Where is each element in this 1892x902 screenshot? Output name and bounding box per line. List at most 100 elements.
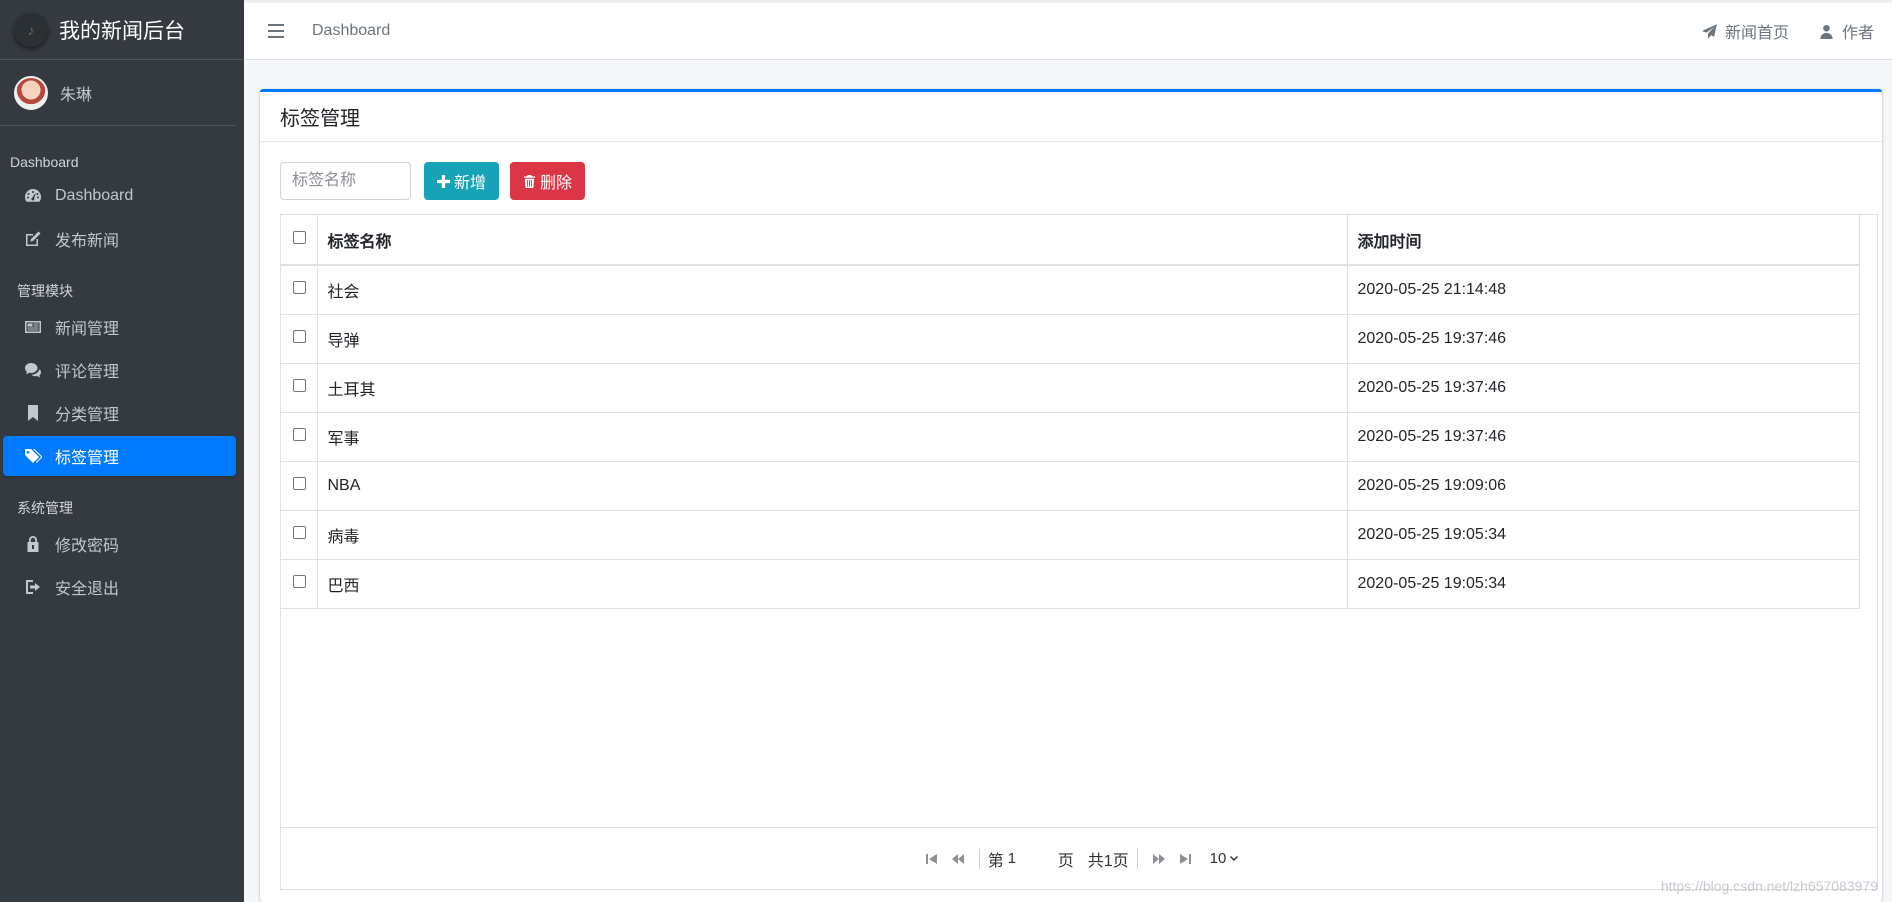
nav-section-header: 系统管理 bbox=[17, 500, 73, 516]
nav-section-header: 管理模块 bbox=[17, 283, 73, 299]
nav-section-header: Dashboard bbox=[10, 154, 79, 170]
sidebar-item-sign-out[interactable]: 安全退出 bbox=[3, 567, 236, 607]
sidebar-item-dashboard[interactable]: Dashboard bbox=[3, 176, 236, 216]
pager-separator bbox=[1136, 848, 1138, 869]
select-all-cell bbox=[281, 215, 318, 266]
lock-icon bbox=[21, 535, 45, 553]
row-checkbox[interactable] bbox=[293, 476, 306, 490]
sidebar-item-label: 新闻管理 bbox=[55, 321, 120, 338]
added-time-cell: 2020-05-25 19:37:46 bbox=[1346, 362, 1860, 413]
pagination: 第 页 共1页 10 bbox=[281, 827, 1877, 889]
comments-icon bbox=[21, 361, 45, 379]
table-row[interactable]: 军事 2020-05-25 19:37:46 bbox=[281, 411, 1860, 462]
sidebar-item-label: 修改密码 bbox=[55, 538, 120, 555]
row-select-cell bbox=[281, 265, 318, 315]
page-number-input[interactable] bbox=[1007, 850, 1034, 867]
last-page-button[interactable] bbox=[1172, 849, 1198, 869]
author-label: 作者 bbox=[1841, 25, 1874, 42]
tag-table-container: 标签名称 添加时间 社会 2020-05-25 21:14:48 导弹 2020-05… bbox=[280, 214, 1878, 890]
plus-icon bbox=[437, 174, 450, 188]
sidebar-item-edit[interactable]: 发布新闻 bbox=[3, 219, 236, 259]
tags-icon bbox=[21, 447, 45, 465]
row-checkbox[interactable] bbox=[293, 574, 306, 588]
sidebar-item-bookmark[interactable]: 分类管理 bbox=[3, 393, 236, 433]
breadcrumb[interactable]: Dashboard bbox=[312, 22, 390, 40]
add-button[interactable]: 新增 bbox=[424, 162, 500, 200]
brand-logo-icon: ♪ bbox=[14, 12, 48, 47]
select-all-checkbox[interactable] bbox=[293, 230, 306, 244]
sidebar-item-label: 评论管理 bbox=[55, 364, 120, 381]
news-home-link[interactable]: 新闻首页 bbox=[1701, 19, 1789, 43]
sidebar-item-label: 分类管理 bbox=[55, 407, 120, 424]
toolbar: 新增 删除 bbox=[280, 162, 1882, 200]
column-header-time[interactable]: 添加时间 bbox=[1346, 215, 1860, 266]
bookmark-icon bbox=[21, 404, 45, 422]
row-checkbox[interactable] bbox=[293, 329, 306, 343]
add-button-label: 新增 bbox=[454, 175, 487, 192]
tag-table: 标签名称 添加时间 社会 2020-05-25 21:14:48 导弹 2020-05… bbox=[281, 215, 1860, 609]
author-link[interactable]: 作者 bbox=[1819, 19, 1874, 43]
card-title: 标签管理 bbox=[260, 92, 1882, 142]
newspaper-icon bbox=[21, 318, 45, 336]
watermark: https://blog.csdn.net/lzh657083979 bbox=[1660, 878, 1878, 894]
edit-icon bbox=[21, 230, 45, 248]
table-row[interactable]: NBA 2020-05-25 19:09:06 bbox=[281, 460, 1860, 511]
dashboard-icon bbox=[21, 187, 45, 205]
row-select-cell bbox=[281, 411, 318, 462]
sidebar-item-label: Dashboard bbox=[55, 187, 134, 204]
backward-icon bbox=[951, 853, 964, 864]
total-pages: 共1页 bbox=[1087, 852, 1129, 870]
table-row[interactable]: 土耳其 2020-05-25 19:37:46 bbox=[281, 362, 1860, 413]
trash-icon bbox=[523, 174, 536, 188]
sidebar-item-tags[interactable]: 标签管理 bbox=[3, 436, 236, 476]
page-size-value: 10 bbox=[1209, 850, 1227, 867]
sidebar-item-label: 标签管理 bbox=[55, 450, 120, 467]
row-select-cell bbox=[281, 558, 318, 609]
topbar-right: 新闻首页 作者 bbox=[1672, 19, 1874, 43]
chevron-down-icon bbox=[1230, 855, 1239, 861]
row-checkbox[interactable] bbox=[293, 378, 306, 392]
tag-name-cell: 病毒 bbox=[316, 509, 1348, 560]
page-prefix: 第 bbox=[987, 852, 1004, 870]
added-time-cell: 2020-05-25 19:05:34 bbox=[1346, 509, 1860, 560]
table-row[interactable]: 巴西 2020-05-25 19:05:34 bbox=[281, 558, 1860, 609]
sign-out-icon bbox=[21, 578, 45, 596]
menu-toggle-icon[interactable] bbox=[268, 24, 284, 38]
sidebar: ♪ 我的新闻后台 朱琳 Dashboard Dashboard 发布新闻管理模块新闻… bbox=[0, 0, 244, 902]
tag-name-cell: 巴西 bbox=[316, 558, 1348, 609]
page-size-select[interactable]: 10 bbox=[1210, 850, 1240, 867]
forward-icon bbox=[1152, 853, 1165, 864]
news-home-label: 新闻首页 bbox=[1724, 25, 1789, 42]
row-checkbox[interactable] bbox=[293, 525, 306, 539]
row-checkbox[interactable] bbox=[293, 427, 306, 441]
sidebar-item-newspaper[interactable]: 新闻管理 bbox=[3, 307, 236, 347]
tag-name-cell: 土耳其 bbox=[316, 362, 1348, 413]
row-select-cell bbox=[281, 460, 318, 511]
table-row[interactable]: 病毒 2020-05-25 19:05:34 bbox=[281, 509, 1860, 560]
tag-name-search-input[interactable] bbox=[280, 162, 411, 200]
user-panel[interactable]: 朱琳 bbox=[0, 60, 236, 126]
sidebar-item-comments[interactable]: 评论管理 bbox=[3, 350, 236, 390]
user-icon bbox=[1820, 24, 1833, 39]
next-page-button[interactable] bbox=[1146, 849, 1172, 869]
first-page-icon bbox=[925, 853, 937, 864]
table-row[interactable]: 社会 2020-05-25 21:14:48 bbox=[281, 265, 1860, 315]
column-header-name[interactable]: 标签名称 bbox=[316, 215, 1348, 266]
brand[interactable]: ♪ 我的新闻后台 bbox=[0, 0, 244, 60]
first-page-button[interactable] bbox=[919, 849, 945, 869]
sidebar-item-lock[interactable]: 修改密码 bbox=[3, 524, 236, 564]
tag-name-cell: 导弹 bbox=[316, 313, 1348, 364]
page-suffix: 页 bbox=[1057, 852, 1074, 870]
delete-button[interactable]: 删除 bbox=[510, 162, 586, 200]
sidebar-nav: Dashboard Dashboard 发布新闻管理模块新闻管理评论管理分类管理标签… bbox=[0, 154, 244, 607]
prev-page-button[interactable] bbox=[945, 849, 971, 869]
delete-button-label: 删除 bbox=[540, 175, 573, 192]
topbar: Dashboard 新闻首页 作者 bbox=[244, 0, 1892, 60]
row-select-cell bbox=[281, 509, 318, 560]
tag-name-cell: 军事 bbox=[316, 411, 1348, 462]
table-row[interactable]: 导弹 2020-05-25 19:37:46 bbox=[281, 313, 1860, 364]
row-checkbox[interactable] bbox=[293, 280, 306, 294]
last-page-icon bbox=[1179, 853, 1191, 864]
row-select-cell bbox=[281, 362, 318, 413]
pager-separator bbox=[978, 848, 980, 869]
